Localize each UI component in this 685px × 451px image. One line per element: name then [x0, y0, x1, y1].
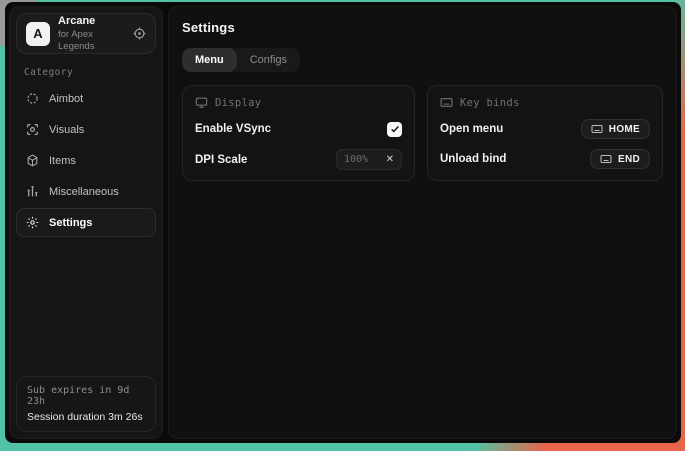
- app-logo: A: [26, 22, 50, 46]
- sidebar-item-aimbot[interactable]: Aimbot: [16, 84, 156, 113]
- dpi-value: 100%: [344, 154, 368, 165]
- sidebar-item-label: Aimbot: [49, 93, 83, 105]
- gear-icon: [26, 216, 39, 229]
- monitor-icon: [195, 96, 208, 109]
- sidebar-item-label: Items: [49, 155, 76, 167]
- keybinds-card-title: Key binds: [460, 97, 520, 109]
- sub-expires-text: Sub expires in 9d 23h: [27, 385, 145, 407]
- category-label: Category: [24, 67, 156, 78]
- display-card: Display Enable VSync DPI Scale 100% ✕: [182, 85, 415, 181]
- keyboard-icon: [591, 123, 603, 135]
- page-title: Settings: [182, 20, 663, 35]
- open-menu-row: Open menu HOME: [440, 119, 650, 139]
- scan-eye-icon: [26, 123, 39, 136]
- cube-icon: [26, 154, 39, 167]
- sidebar-item-settings[interactable]: Settings: [16, 208, 156, 237]
- sidebar-item-label: Visuals: [49, 124, 84, 136]
- app-subtitle: for Apex Legends: [58, 29, 125, 52]
- unload-bind-row: Unload bind END: [440, 149, 650, 169]
- session-duration-text: Session duration 3m 26s: [27, 411, 145, 423]
- sidebar-item-label: Miscellaneous: [49, 186, 119, 198]
- cards-row: Display Enable VSync DPI Scale 100% ✕: [182, 85, 663, 181]
- sidebar-item-label: Settings: [49, 217, 92, 229]
- keybinds-card-header: Key binds: [440, 96, 650, 109]
- clear-icon[interactable]: ✕: [386, 155, 394, 165]
- brand-text: Arcane for Apex Legends: [58, 15, 125, 52]
- unload-bind-label: Unload bind: [440, 153, 506, 165]
- tab-group: Menu Configs: [182, 48, 300, 72]
- keyboard-icon: [600, 153, 612, 165]
- reticle-icon[interactable]: [133, 27, 146, 40]
- keybind-value: HOME: [609, 124, 640, 135]
- sidebar-item-miscellaneous[interactable]: Miscellaneous: [16, 177, 156, 206]
- keybind-value: END: [618, 154, 640, 165]
- sidebar: A Arcane for Apex Legends Category Aimbo…: [9, 6, 163, 439]
- app-title: Arcane: [58, 15, 125, 28]
- keyboard-icon: [440, 96, 453, 109]
- tab-configs[interactable]: Configs: [237, 48, 300, 72]
- dpi-label: DPI Scale: [195, 154, 247, 166]
- dpi-scale-input[interactable]: 100% ✕: [336, 149, 402, 170]
- brand-card[interactable]: A Arcane for Apex Legends: [16, 13, 156, 54]
- sidebar-item-items[interactable]: Items: [16, 146, 156, 175]
- tab-menu[interactable]: Menu: [182, 48, 237, 72]
- check-icon: [390, 124, 400, 134]
- keybinds-card: Key binds Open menu HOME Unload bin: [427, 85, 663, 181]
- vsync-checkbox[interactable]: [387, 122, 402, 137]
- open-menu-label: Open menu: [440, 123, 503, 135]
- crosshair-icon: [26, 92, 39, 105]
- display-card-title: Display: [215, 97, 261, 109]
- subscription-info-card: Sub expires in 9d 23h Session duration 3…: [16, 376, 156, 432]
- bars-icon: [26, 185, 39, 198]
- sidebar-item-visuals[interactable]: Visuals: [16, 115, 156, 144]
- main-panel: Settings Menu Configs Display Enable: [168, 6, 677, 439]
- display-card-header: Display: [195, 96, 402, 109]
- vsync-row: Enable VSync: [195, 119, 402, 139]
- vsync-label: Enable VSync: [195, 123, 271, 135]
- open-menu-keybind[interactable]: HOME: [581, 119, 650, 139]
- app-window: A Arcane for Apex Legends Category Aimbo…: [5, 2, 681, 443]
- dpi-row: DPI Scale 100% ✕: [195, 149, 402, 170]
- unload-keybind[interactable]: END: [590, 149, 650, 169]
